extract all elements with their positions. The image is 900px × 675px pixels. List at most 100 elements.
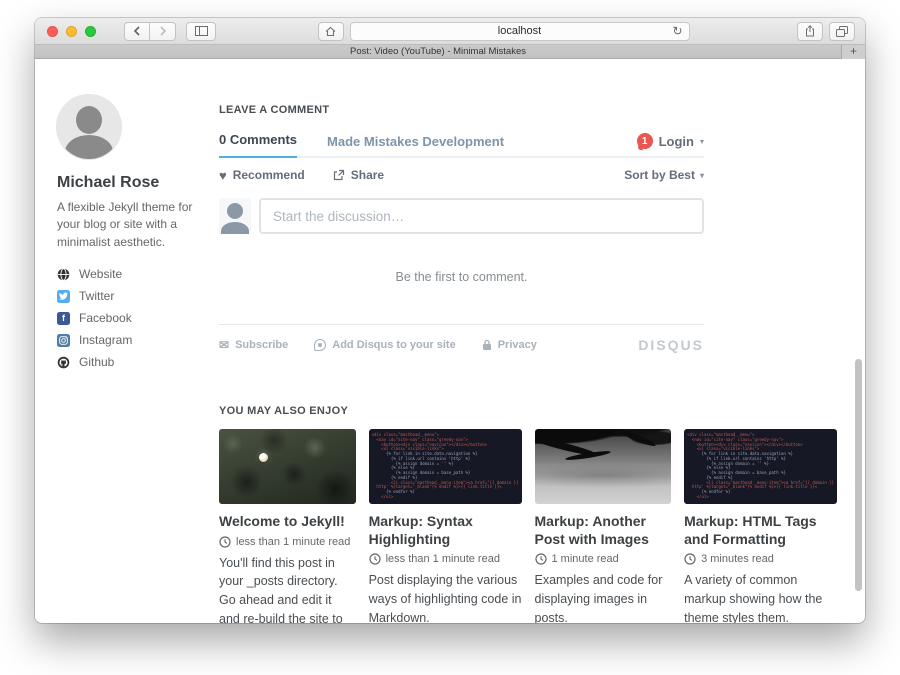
read-time: 1 minute read [552, 553, 619, 565]
address-bar[interactable]: localhost ↻ [350, 22, 690, 41]
privacy-link[interactable]: Privacy [482, 339, 537, 351]
post-title[interactable]: Welcome to Jekyll! [219, 513, 356, 531]
comment-editor [219, 198, 704, 234]
share-up-icon [805, 25, 815, 37]
share-page-button[interactable] [797, 22, 823, 41]
sidebar-toggle-button[interactable] [186, 22, 216, 41]
empty-state-message: Be the first to comment. [219, 270, 704, 284]
chevron-down-icon: ▾ [700, 137, 704, 146]
active-tab[interactable]: Post: Video (YouTube) - Minimal Mistakes [35, 46, 841, 57]
post-meta: 3 minutes read [684, 553, 837, 565]
sidebar-item-facebook[interactable]: f Facebook [57, 311, 209, 325]
notification-badge[interactable]: 1 [637, 133, 653, 149]
post-thumbnail-code[interactable]: <div class="masthead__menu"> <nav id="si… [369, 429, 522, 504]
sort-label: Sort by Best [624, 168, 695, 182]
chevron-right-icon [159, 26, 167, 36]
disqus-footer: ✉ Subscribe Add Disqus to your site Priv… [219, 337, 704, 353]
sidebar-icon [195, 26, 208, 36]
author-bio: A flexible Jekyll theme for your blog or… [57, 199, 209, 251]
sidebar-item-github[interactable]: Github [57, 355, 209, 369]
post-thumbnail-foggy-trees[interactable] [535, 429, 672, 504]
clock-icon [684, 553, 696, 565]
post-excerpt: A variety of common markup showing how t… [684, 571, 837, 623]
sort-dropdown[interactable]: Sort by Best ▾ [624, 168, 704, 182]
post-excerpt: You'll find this post in your _posts dir… [219, 554, 356, 624]
home-button[interactable] [318, 22, 344, 41]
minimize-window-button[interactable] [66, 26, 77, 37]
tabs-icon [836, 26, 848, 37]
related-card[interactable]: <div class="masthead__menu"> <nav id="si… [684, 429, 837, 623]
tab-overview-button[interactable] [829, 22, 855, 41]
close-window-button[interactable] [47, 26, 58, 37]
tab-bar: Post: Video (YouTube) - Minimal Mistakes… [35, 45, 865, 59]
chevron-left-icon [133, 26, 141, 36]
post-excerpt: Post displaying the various ways of high… [369, 571, 522, 623]
page-scrollbar[interactable] [855, 359, 862, 591]
sidebar-item-instagram[interactable]: Instagram [57, 333, 209, 347]
recommend-button[interactable]: ♥ Recommend [219, 168, 305, 182]
share-thread-button[interactable]: Share [333, 168, 384, 182]
clock-icon [535, 553, 547, 565]
desktop: localhost ↻ Post: Video (YouTube) - Mini… [0, 0, 900, 675]
history-nav-buttons [124, 22, 176, 41]
facebook-icon: f [57, 312, 70, 325]
avatar-silhouette [227, 203, 243, 219]
forward-button[interactable] [150, 22, 176, 41]
envelope-icon: ✉ [219, 338, 229, 352]
divider [219, 324, 704, 325]
recommend-label: Recommend [233, 168, 305, 182]
post-title[interactable]: Markup: HTML Tags and Formatting [684, 513, 837, 548]
read-time: less than 1 minute read [236, 536, 350, 548]
subscribe-link[interactable]: ✉ Subscribe [219, 338, 288, 352]
link-label: Github [79, 355, 114, 369]
disqus-logo[interactable]: DISQUS [638, 337, 704, 353]
related-card[interactable]: <div class="masthead__menu"> <nav id="si… [369, 429, 522, 623]
tree-branch [617, 429, 656, 448]
sidebar-item-website[interactable]: Website [57, 267, 209, 281]
post-title[interactable]: Markup: Syntax Highlighting [369, 513, 522, 548]
github-icon [57, 356, 70, 369]
heart-icon: ♥ [219, 170, 227, 181]
post-thumbnail-code[interactable]: <div class="masthead__menu"> <nav id="si… [684, 429, 837, 504]
link-label: Instagram [79, 333, 132, 347]
related-card[interactable]: Welcome to Jekyll! less than 1 minute re… [219, 429, 356, 623]
related-cards: Welcome to Jekyll! less than 1 minute re… [219, 429, 837, 623]
new-tab-button[interactable]: + [841, 45, 865, 59]
avatar-silhouette [221, 222, 249, 234]
post-thumbnail-green-macro[interactable] [219, 429, 356, 504]
link-label: Facebook [79, 311, 132, 325]
code-line: </ul> [372, 495, 519, 500]
post-title[interactable]: Markup: Another Post with Images [535, 513, 672, 548]
read-time: less than 1 minute read [386, 553, 500, 565]
zoom-window-button[interactable] [85, 26, 96, 37]
comments-heading: LEAVE A COMMENT [219, 104, 837, 116]
read-time: 3 minutes read [701, 553, 774, 565]
post-meta: 1 minute read [535, 553, 672, 565]
add-disqus-link[interactable]: Add Disqus to your site [314, 339, 455, 351]
forum-name-link[interactable]: Made Mistakes Development [327, 134, 504, 149]
share-label: Share [351, 168, 384, 182]
globe-icon [57, 268, 70, 281]
home-icon [325, 26, 336, 37]
instagram-icon [57, 334, 70, 347]
post-excerpt: Examples and code for displaying images … [535, 571, 672, 623]
page-content: Michael Rose A flexible Jekyll theme for… [35, 59, 865, 622]
author-links: Website Twitter f Facebook [57, 267, 209, 369]
window-controls [47, 26, 96, 37]
refresh-icon[interactable]: ↻ [672, 24, 682, 38]
twitter-icon [57, 290, 70, 303]
disqus-icon [314, 339, 326, 351]
avatar-silhouette [76, 106, 102, 134]
login-control[interactable]: 1 Login ▾ [637, 133, 704, 149]
lock-icon [482, 339, 492, 351]
disqus-actions: ♥ Recommend Share Sort by Best ▾ [219, 158, 704, 192]
url-text: localhost [498, 25, 541, 37]
back-button[interactable] [124, 22, 150, 41]
sidebar-item-twitter[interactable]: Twitter [57, 289, 209, 303]
comment-input[interactable] [259, 198, 704, 234]
share-icon [333, 169, 345, 181]
clock-icon [369, 553, 381, 565]
related-card[interactable]: Markup: Another Post with Images 1 minut… [535, 429, 672, 623]
comment-count-tab[interactable]: 0 Comments [219, 126, 297, 158]
commenter-avatar [219, 198, 251, 234]
